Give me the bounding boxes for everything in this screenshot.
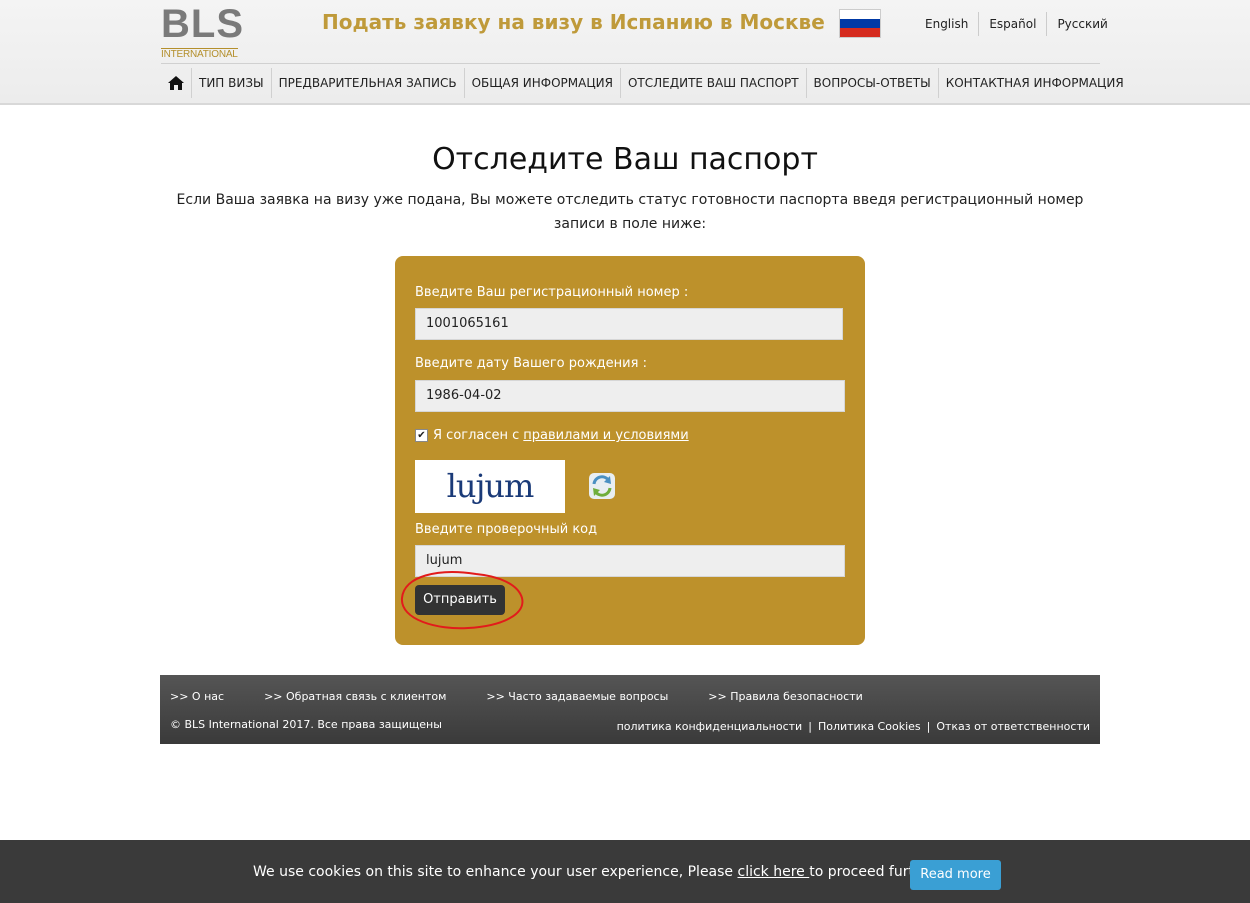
site-title: Подать заявку на визу в Испанию в Москве [322, 10, 825, 34]
nav-visa-type[interactable]: ТИП ВИЗЫ [191, 67, 271, 98]
footer-link-feedback[interactable]: >> Обратная связь с клиентом [264, 690, 446, 703]
privacy-policy-link[interactable]: политика конфиденциальности [617, 720, 803, 733]
terms-prefix: Я согласен с [433, 428, 520, 443]
nav-home[interactable] [161, 68, 191, 98]
dob-label: Введите дату Вашего рождения : [415, 356, 647, 371]
language-switcher: English Español Русский [915, 12, 1118, 36]
logo-subtext: INTERNATIONAL [161, 48, 238, 60]
terms-checkbox[interactable]: ✔ [415, 429, 428, 442]
lang-espanol[interactable]: Español [978, 12, 1046, 36]
footer-link-faq[interactable]: >> Часто задаваемые вопросы [486, 690, 668, 703]
site-footer: >> О нас >> Обратная связь с клиентом >>… [160, 675, 1100, 744]
logo-text: BLS [161, 2, 244, 46]
bls-logo[interactable]: BLS INTERNATIONAL [161, 2, 251, 60]
footer-link-about[interactable]: >> О нас [170, 690, 224, 703]
cookie-message-before: We use cookies on this site to enhance y… [253, 864, 738, 880]
footer-link-security[interactable]: >> Правила безопасности [708, 690, 862, 703]
captcha-label: Введите проверочный код [415, 522, 598, 537]
main-nav: ТИП ВИЗЫ ПРЕДВАРИТЕЛЬНАЯ ЗАПИСЬ ОБЩАЯ ИН… [161, 63, 1124, 101]
legal-links: политика конфиденциальности | Политика Coo… [617, 720, 1090, 733]
captcha-image: lujum [415, 460, 565, 513]
terms-agreement: ✔ Я согласен с правилами и условиями [415, 428, 689, 443]
lang-english[interactable]: English [915, 12, 978, 36]
reg-number-label: Введите Ваш регистрационный номер : [415, 285, 689, 300]
dob-input[interactable]: 1986-04-02 [415, 380, 845, 412]
site-header: BLS INTERNATIONAL Подать заявку на визу … [0, 0, 1250, 105]
nav-faq[interactable]: ВОПРОСЫ-ОТВЕТЫ [805, 67, 938, 98]
nav-appointment[interactable]: ПРЕДВАРИТЕЛЬНАЯ ЗАПИСЬ [270, 67, 464, 98]
cookies-policy-link[interactable]: Политика Cookies [818, 720, 921, 733]
refresh-captcha-icon[interactable] [588, 472, 616, 500]
nav-contact[interactable]: КОНТАКТНАЯ ИНФОРМАЦИЯ [937, 67, 1131, 98]
intro-text: Если Ваша заявка на визу уже подана, Вы … [176, 192, 1084, 232]
nav-track-passport[interactable]: ОТСЛЕДИТЕ ВАШ ПАСПОРТ [619, 67, 806, 98]
page-title: Отследите Ваш паспорт [432, 142, 818, 177]
cookie-message: We use cookies on this site to enhance y… [253, 864, 940, 880]
copyright-text: © BLS International 2017. Все права защи… [170, 718, 442, 731]
highlight-circle-annotation [400, 571, 524, 630]
russia-flag-icon [839, 9, 881, 38]
reg-number-input[interactable]: 1001065161 [415, 308, 843, 340]
terms-link[interactable]: правилами и условиями [523, 428, 688, 443]
divider: | [808, 720, 812, 733]
nav-general-info[interactable]: ОБЩАЯ ИНФОРМАЦИЯ [463, 67, 620, 98]
divider: | [926, 720, 931, 733]
lang-russian[interactable]: Русский [1046, 12, 1117, 36]
disclaimer-link[interactable]: Отказ от ответственности [936, 720, 1090, 733]
home-icon [168, 75, 184, 90]
footer-links: >> О нас >> Обратная связь с клиентом >>… [170, 690, 903, 703]
read-more-button[interactable]: Read more [910, 860, 1001, 890]
cookie-click-here-link[interactable]: click here [738, 864, 810, 880]
cookie-banner: We use cookies on this site to enhance y… [0, 840, 1250, 903]
